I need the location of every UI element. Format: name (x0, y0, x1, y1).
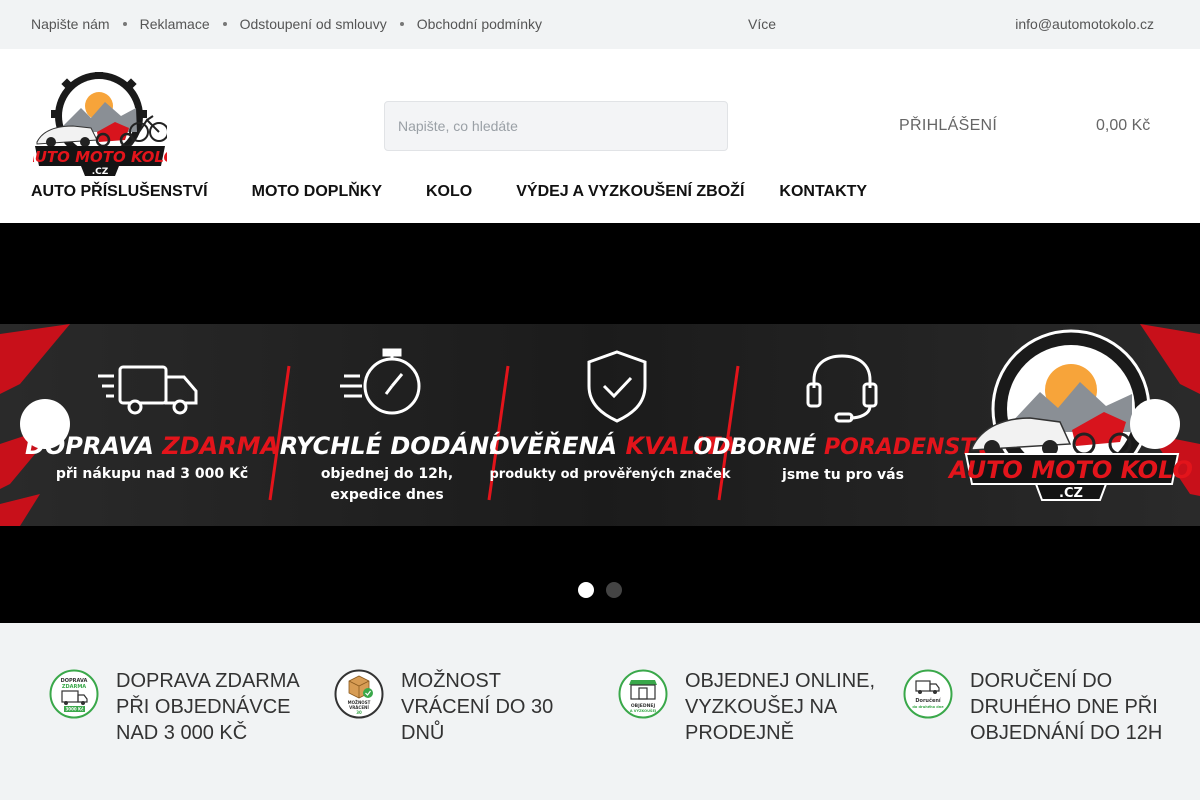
slider-prev-button[interactable] (20, 399, 70, 449)
benefit-text: DOPRAVA ZDARMA PŘI OBJEDNÁVCE NAD 3 000 … (116, 670, 299, 744)
benefit-try-in-store: OBJEDNEJ A VYZKOUŠEJ OBJEDNEJ ONLINE, VY… (618, 668, 878, 746)
separator-dot (399, 22, 404, 26)
top-email-link[interactable]: info@automotokolo.cz (1015, 16, 1154, 32)
benefit-text: OBJEDNEJ ONLINE, VYZKOUŠEJ NA PRODEJNĚ (685, 670, 876, 744)
delivery-truck-icon: Doručení do druhého dne (903, 669, 953, 719)
free-shipping-icon: DOPRAVA ZDARMA 3000 Kč (49, 669, 99, 719)
benefit-returns: MOŽNOST VRÁCENÍ 30 MOŽNOST VRÁCENÍ DO 30… (334, 668, 594, 746)
site-logo[interactable]: AUTO MOTO KOLO .CZ (33, 72, 167, 178)
nav-item-bike[interactable]: KOLO (426, 183, 472, 201)
svg-text:30: 30 (356, 710, 362, 715)
benefit-text: DORUČENÍ DO DRUHÉHO DNE PŘI OBJEDNÁNÍ DO… (970, 670, 1163, 744)
hero-item-2-title: RYCHLÉ DODÁNÍ (280, 431, 500, 460)
nav-item-auto-accessories[interactable]: AUTO PŘÍSLUŠENSTVÍ (31, 183, 208, 201)
hero-banner[interactable]: DOPRAVA ZDARMA při nákupu nad 3 000 Kč R… (0, 324, 1200, 526)
svg-text:ZDARMA: ZDARMA (62, 684, 86, 690)
main-nav: AUTO PŘÍSLUŠENSTVÍ MOTO DOPLŇKY KOLO VÝD… (31, 183, 867, 201)
svg-text:A VYZKOUŠEJ: A VYZKOUŠEJ (630, 708, 656, 713)
login-link[interactable]: PŘIHLÁŠENÍ (899, 117, 997, 135)
hero-item-2-sub-2: expedice dnes (330, 487, 443, 503)
top-link-terms[interactable]: Obchodní podmínky (417, 16, 542, 32)
top-link-write-us[interactable]: Napište nám (31, 16, 110, 32)
benefit-next-day-delivery: Doručení do druhého dne DORUČENÍ DO DRUH… (903, 668, 1183, 746)
store-icon: OBJEDNEJ A VYZKOUŠEJ (618, 669, 668, 719)
hero-logo-text: AUTO MOTO KOLO (947, 456, 1193, 484)
logo-subtext: .CZ (92, 167, 109, 177)
header: AUTO MOTO KOLO .CZ PŘIHLÁŠENÍ 0,00 Kč AU… (0, 49, 1200, 223)
benefit-text: MOŽNOST VRÁCENÍ DO 30 DNŮ (401, 670, 554, 744)
hero-item-3-sub: produkty od prověřených značek (490, 467, 731, 482)
hero-item-1-sub: při nákupu nad 3 000 Kč (56, 466, 248, 482)
svg-text:3000 Kč: 3000 Kč (66, 707, 85, 712)
benefit-free-shipping: DOPRAVA ZDARMA 3000 Kč DOPRAVA ZDARMA PŘ… (49, 668, 319, 746)
top-link-withdrawal[interactable]: Odstoupení od smlouvy (240, 16, 387, 32)
svg-text:Doručení: Doručení (915, 697, 941, 704)
separator-dot (122, 22, 127, 26)
top-link-complaints[interactable]: Reklamace (140, 16, 210, 32)
hero-item-4-sub: jsme tu pro vás (781, 467, 904, 483)
nav-item-moto-accessories[interactable]: MOTO DOPLŇKY (252, 183, 382, 201)
nav-item-contacts[interactable]: KONTAKTY (779, 183, 867, 201)
slider-dots (578, 582, 634, 598)
hero-item-2-sub-1: objednej do 12h, (321, 466, 453, 482)
hero-slider: DOPRAVA ZDARMA při nákupu nad 3 000 Kč R… (0, 223, 1200, 623)
logo-text: AUTO MOTO KOLO (33, 148, 167, 166)
slider-dot-1[interactable] (578, 582, 594, 598)
benefits-bar: DOPRAVA ZDARMA 3000 Kč DOPRAVA ZDARMA PŘ… (0, 623, 1200, 800)
separator-dot (222, 22, 227, 26)
slider-next-button[interactable] (1130, 399, 1180, 449)
top-links: Napište nám Reklamace Odstoupení od smlo… (31, 16, 542, 32)
top-more-link[interactable]: Více (748, 16, 776, 32)
top-bar: Napište nám Reklamace Odstoupení od smlo… (0, 0, 1200, 49)
cart-total[interactable]: 0,00 Kč (1096, 117, 1150, 135)
slider-dot-2[interactable] (606, 582, 622, 598)
search-input[interactable] (384, 101, 728, 151)
svg-text:do druhého dne: do druhého dne (912, 705, 944, 709)
return-box-icon: MOŽNOST VRÁCENÍ 30 (334, 669, 384, 719)
nav-item-pickup-tryout[interactable]: VÝDEJ A VYZKOUŠENÍ ZBOŽÍ (516, 183, 744, 201)
hero-logo-subtext: .CZ (1059, 486, 1083, 501)
